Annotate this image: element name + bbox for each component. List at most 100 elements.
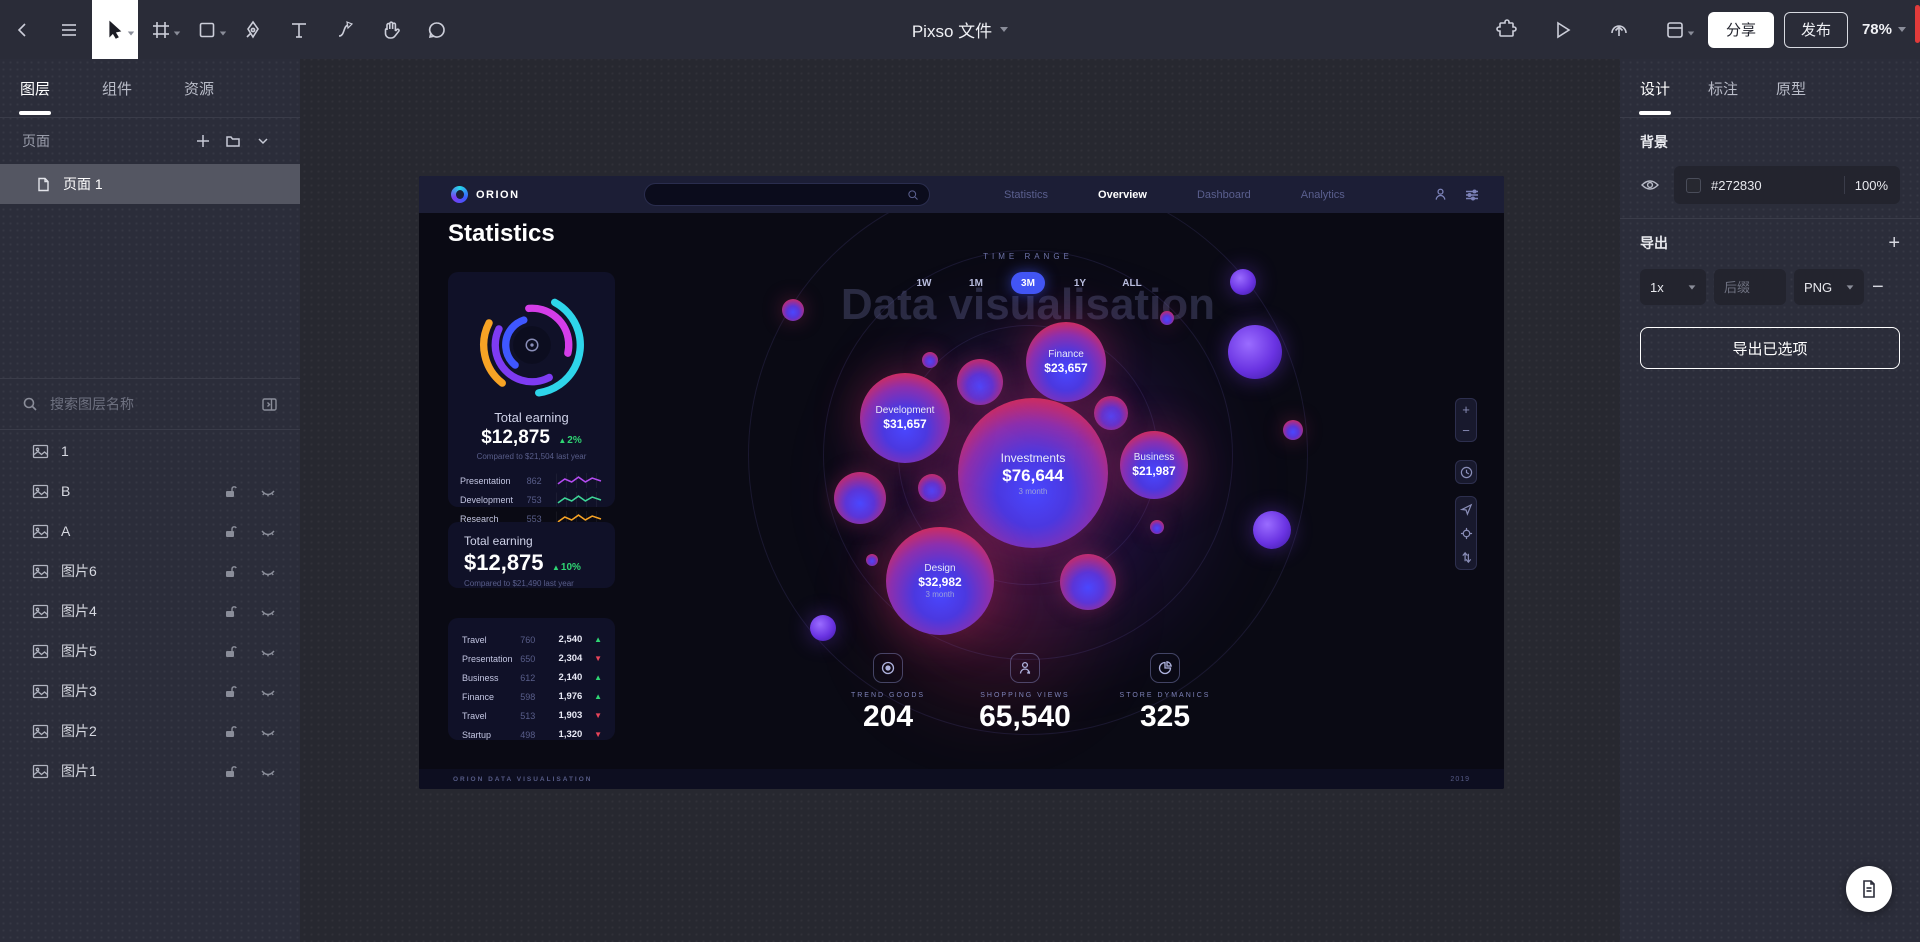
export-scale-dropdown[interactable]: 1x	[1640, 269, 1706, 305]
unlock-icon[interactable]	[223, 644, 238, 659]
right-panel-tab[interactable]: 标注	[1708, 78, 1738, 99]
table-row: Travel 513 1,903	[462, 706, 603, 725]
zoom-in-icon[interactable]: +	[1462, 402, 1470, 417]
comment-tool-button[interactable]	[414, 0, 460, 59]
unlock-icon[interactable]	[223, 604, 238, 619]
hidden-eye-icon[interactable]	[260, 643, 276, 659]
zoom-caret[interactable]	[1898, 27, 1906, 32]
time-range-pill[interactable]: 1M	[959, 272, 993, 294]
unlock-icon[interactable]	[223, 764, 238, 779]
share-button[interactable]: 分享	[1708, 12, 1774, 48]
row-amount: 1,903	[548, 710, 582, 721]
design-search-field[interactable]	[644, 183, 930, 206]
layer-row[interactable]: 图片3	[0, 671, 300, 711]
file-title[interactable]: Pixso 文件	[912, 17, 992, 42]
shape-tool-caret[interactable]	[220, 32, 226, 36]
upload-icon[interactable]	[1596, 0, 1642, 59]
color-swatch[interactable]	[1686, 178, 1701, 193]
layer-row[interactable]: 图片4	[0, 591, 300, 631]
frame-tool-caret[interactable]	[174, 32, 180, 36]
collapse-pages-icon[interactable]	[248, 134, 278, 148]
left-panel-tab[interactable]: 图层	[20, 78, 50, 99]
page-list-item[interactable]: 页面 1	[0, 164, 300, 204]
unlock-icon[interactable]	[223, 524, 238, 539]
time-range-pill[interactable]: 1W	[907, 272, 941, 294]
unlock-icon[interactable]	[223, 564, 238, 579]
design-nav-item[interactable]: Dashboard	[1197, 189, 1251, 201]
canvas[interactable]: ORION Statistics Overview Dashboard Anal…	[300, 59, 1620, 942]
time-range-pill[interactable]: 3M	[1011, 272, 1045, 294]
navigate-icon[interactable]	[1460, 503, 1473, 516]
hidden-eye-icon[interactable]	[260, 763, 276, 779]
unlock-icon[interactable]	[223, 724, 238, 739]
text-tool-button[interactable]	[276, 0, 322, 59]
export-format-dropdown[interactable]: PNG	[1794, 269, 1864, 305]
main-menu-icon[interactable]	[46, 0, 92, 59]
background-hex-value[interactable]: #272830	[1711, 178, 1834, 193]
target-icon[interactable]	[1460, 527, 1473, 540]
preview-icon[interactable]	[1540, 0, 1586, 59]
frame-tool-button[interactable]	[138, 0, 184, 59]
hidden-eye-icon[interactable]	[260, 483, 276, 499]
design-nav-item[interactable]: Overview	[1098, 189, 1147, 201]
background-visibility-eye-icon[interactable]	[1640, 175, 1660, 195]
unlock-icon[interactable]	[223, 484, 238, 499]
add-page-icon[interactable]	[188, 133, 218, 149]
clock-icon	[1460, 466, 1473, 479]
hidden-eye-icon[interactable]	[260, 523, 276, 539]
hidden-eye-icon[interactable]	[260, 683, 276, 699]
settings-sliders-icon[interactable]	[1464, 187, 1480, 203]
left-panel-tabs: 图层 组件 资源	[0, 59, 300, 118]
left-panel-tab[interactable]: 组件	[102, 78, 132, 99]
layout-panel-caret[interactable]	[1688, 32, 1694, 36]
layer-row[interactable]: 图片1	[0, 751, 300, 791]
design-nav-item[interactable]: Statistics	[1004, 189, 1048, 201]
remove-export-icon[interactable]: −	[1872, 277, 1884, 297]
unlock-icon[interactable]	[223, 684, 238, 699]
time-range-pill[interactable]: 1Y	[1063, 272, 1097, 294]
plugins-icon[interactable]	[1484, 0, 1530, 59]
design-nav-item[interactable]: Analytics	[1301, 189, 1345, 201]
viz-time-button[interactable]	[1455, 460, 1477, 484]
row-name: Business	[462, 673, 520, 683]
back-button[interactable]	[0, 0, 46, 59]
pen-tool-button[interactable]	[230, 0, 276, 59]
design-search-input[interactable]	[655, 189, 907, 200]
hidden-eye-icon[interactable]	[260, 723, 276, 739]
shape-tool-button[interactable]	[184, 0, 230, 59]
zoom-out-icon[interactable]: −	[1462, 423, 1470, 438]
select-tool-caret[interactable]	[128, 32, 134, 36]
left-panel-tab[interactable]: 资源	[184, 78, 214, 99]
page-folder-icon[interactable]	[218, 133, 248, 149]
select-tool-button[interactable]	[92, 0, 138, 59]
help-document-button[interactable]	[1846, 866, 1892, 912]
right-panel-tab[interactable]: 设计	[1640, 78, 1670, 99]
sort-arrows-icon[interactable]	[1460, 551, 1473, 564]
layer-row[interactable]: 图片6	[0, 551, 300, 591]
background-opacity-value[interactable]: 100%	[1855, 178, 1888, 193]
decorative-sphere	[1094, 396, 1128, 430]
layer-row[interactable]: 图片5	[0, 631, 300, 671]
add-export-icon[interactable]: +	[1888, 233, 1900, 253]
user-icon[interactable]	[1433, 187, 1448, 202]
hidden-eye-icon[interactable]	[260, 563, 276, 579]
export-suffix-input[interactable]	[1714, 269, 1786, 305]
zoom-control[interactable]: 78%	[1862, 21, 1906, 38]
right-panel-tab[interactable]: 原型	[1776, 78, 1806, 99]
layer-row[interactable]: B	[0, 471, 300, 511]
publish-button[interactable]: 发布	[1784, 12, 1848, 48]
background-color-field[interactable]: #272830 100%	[1674, 166, 1900, 204]
hidden-eye-icon[interactable]	[260, 603, 276, 619]
design-artboard[interactable]: ORION Statistics Overview Dashboard Anal…	[419, 176, 1504, 789]
curve-tool-button[interactable]	[322, 0, 368, 59]
layer-row[interactable]: 图片2	[0, 711, 300, 751]
layer-row[interactable]: 1	[0, 431, 300, 471]
filter-layers-icon[interactable]	[261, 396, 278, 413]
time-range-pill[interactable]: ALL	[1115, 272, 1149, 294]
hand-tool-button[interactable]	[368, 0, 414, 59]
file-title-caret[interactable]	[1000, 27, 1008, 32]
layout-panel-icon[interactable]	[1652, 0, 1698, 59]
layer-row[interactable]: A	[0, 511, 300, 551]
export-selected-button[interactable]: 导出已选项	[1640, 327, 1900, 369]
layer-search-input[interactable]	[50, 396, 249, 412]
